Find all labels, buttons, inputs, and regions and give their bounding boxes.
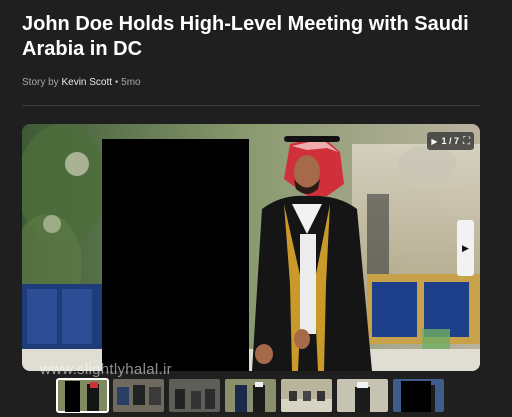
- thumbnail-image: [281, 379, 332, 412]
- byline-prefix: Story by: [22, 77, 59, 88]
- thumbnail-2[interactable]: [113, 379, 164, 412]
- gallery-viewer[interactable]: ▶ 1 / 7 ⛶ ▶: [22, 124, 480, 371]
- thumbnail-3[interactable]: [169, 379, 220, 412]
- thumbnail-image: [337, 379, 388, 412]
- thumbnail-strip: [56, 378, 444, 413]
- article-age: 5mo: [121, 77, 141, 88]
- byline-separator: •: [114, 77, 119, 88]
- gallery-photo: [22, 124, 480, 371]
- thumbnail-4[interactable]: [225, 379, 276, 412]
- article-headline: John Doe Holds High-Level Meeting with S…: [22, 13, 469, 60]
- divider: [22, 105, 480, 106]
- author-link[interactable]: Kevin Scott: [61, 77, 112, 88]
- play-icon[interactable]: ▶: [431, 137, 437, 146]
- slide-controls: ▶ 1 / 7 ⛶: [427, 132, 474, 150]
- thumbnail-7[interactable]: [393, 379, 444, 412]
- next-slide-button[interactable]: ▶: [457, 220, 474, 276]
- thumbnail-1[interactable]: [56, 378, 109, 413]
- watermark: www.slightlyhalal.ir: [40, 361, 172, 378]
- redacted-block: [102, 139, 249, 371]
- thumbnail-image: [113, 379, 164, 412]
- thumbnail-image: [169, 379, 220, 412]
- expand-icon[interactable]: ⛶: [463, 136, 470, 147]
- slide-counter: 1 / 7: [441, 136, 459, 146]
- thumbnail-image: [225, 379, 276, 412]
- thumbnail-5[interactable]: [281, 379, 332, 412]
- thumbnail-redaction: [401, 381, 431, 412]
- article-byline: Story by Kevin Scott • 5mo: [22, 77, 141, 88]
- thumbnail-redaction: [65, 381, 80, 412]
- thumbnail-6[interactable]: [337, 379, 388, 412]
- next-arrow-icon: ▶: [462, 242, 469, 253]
